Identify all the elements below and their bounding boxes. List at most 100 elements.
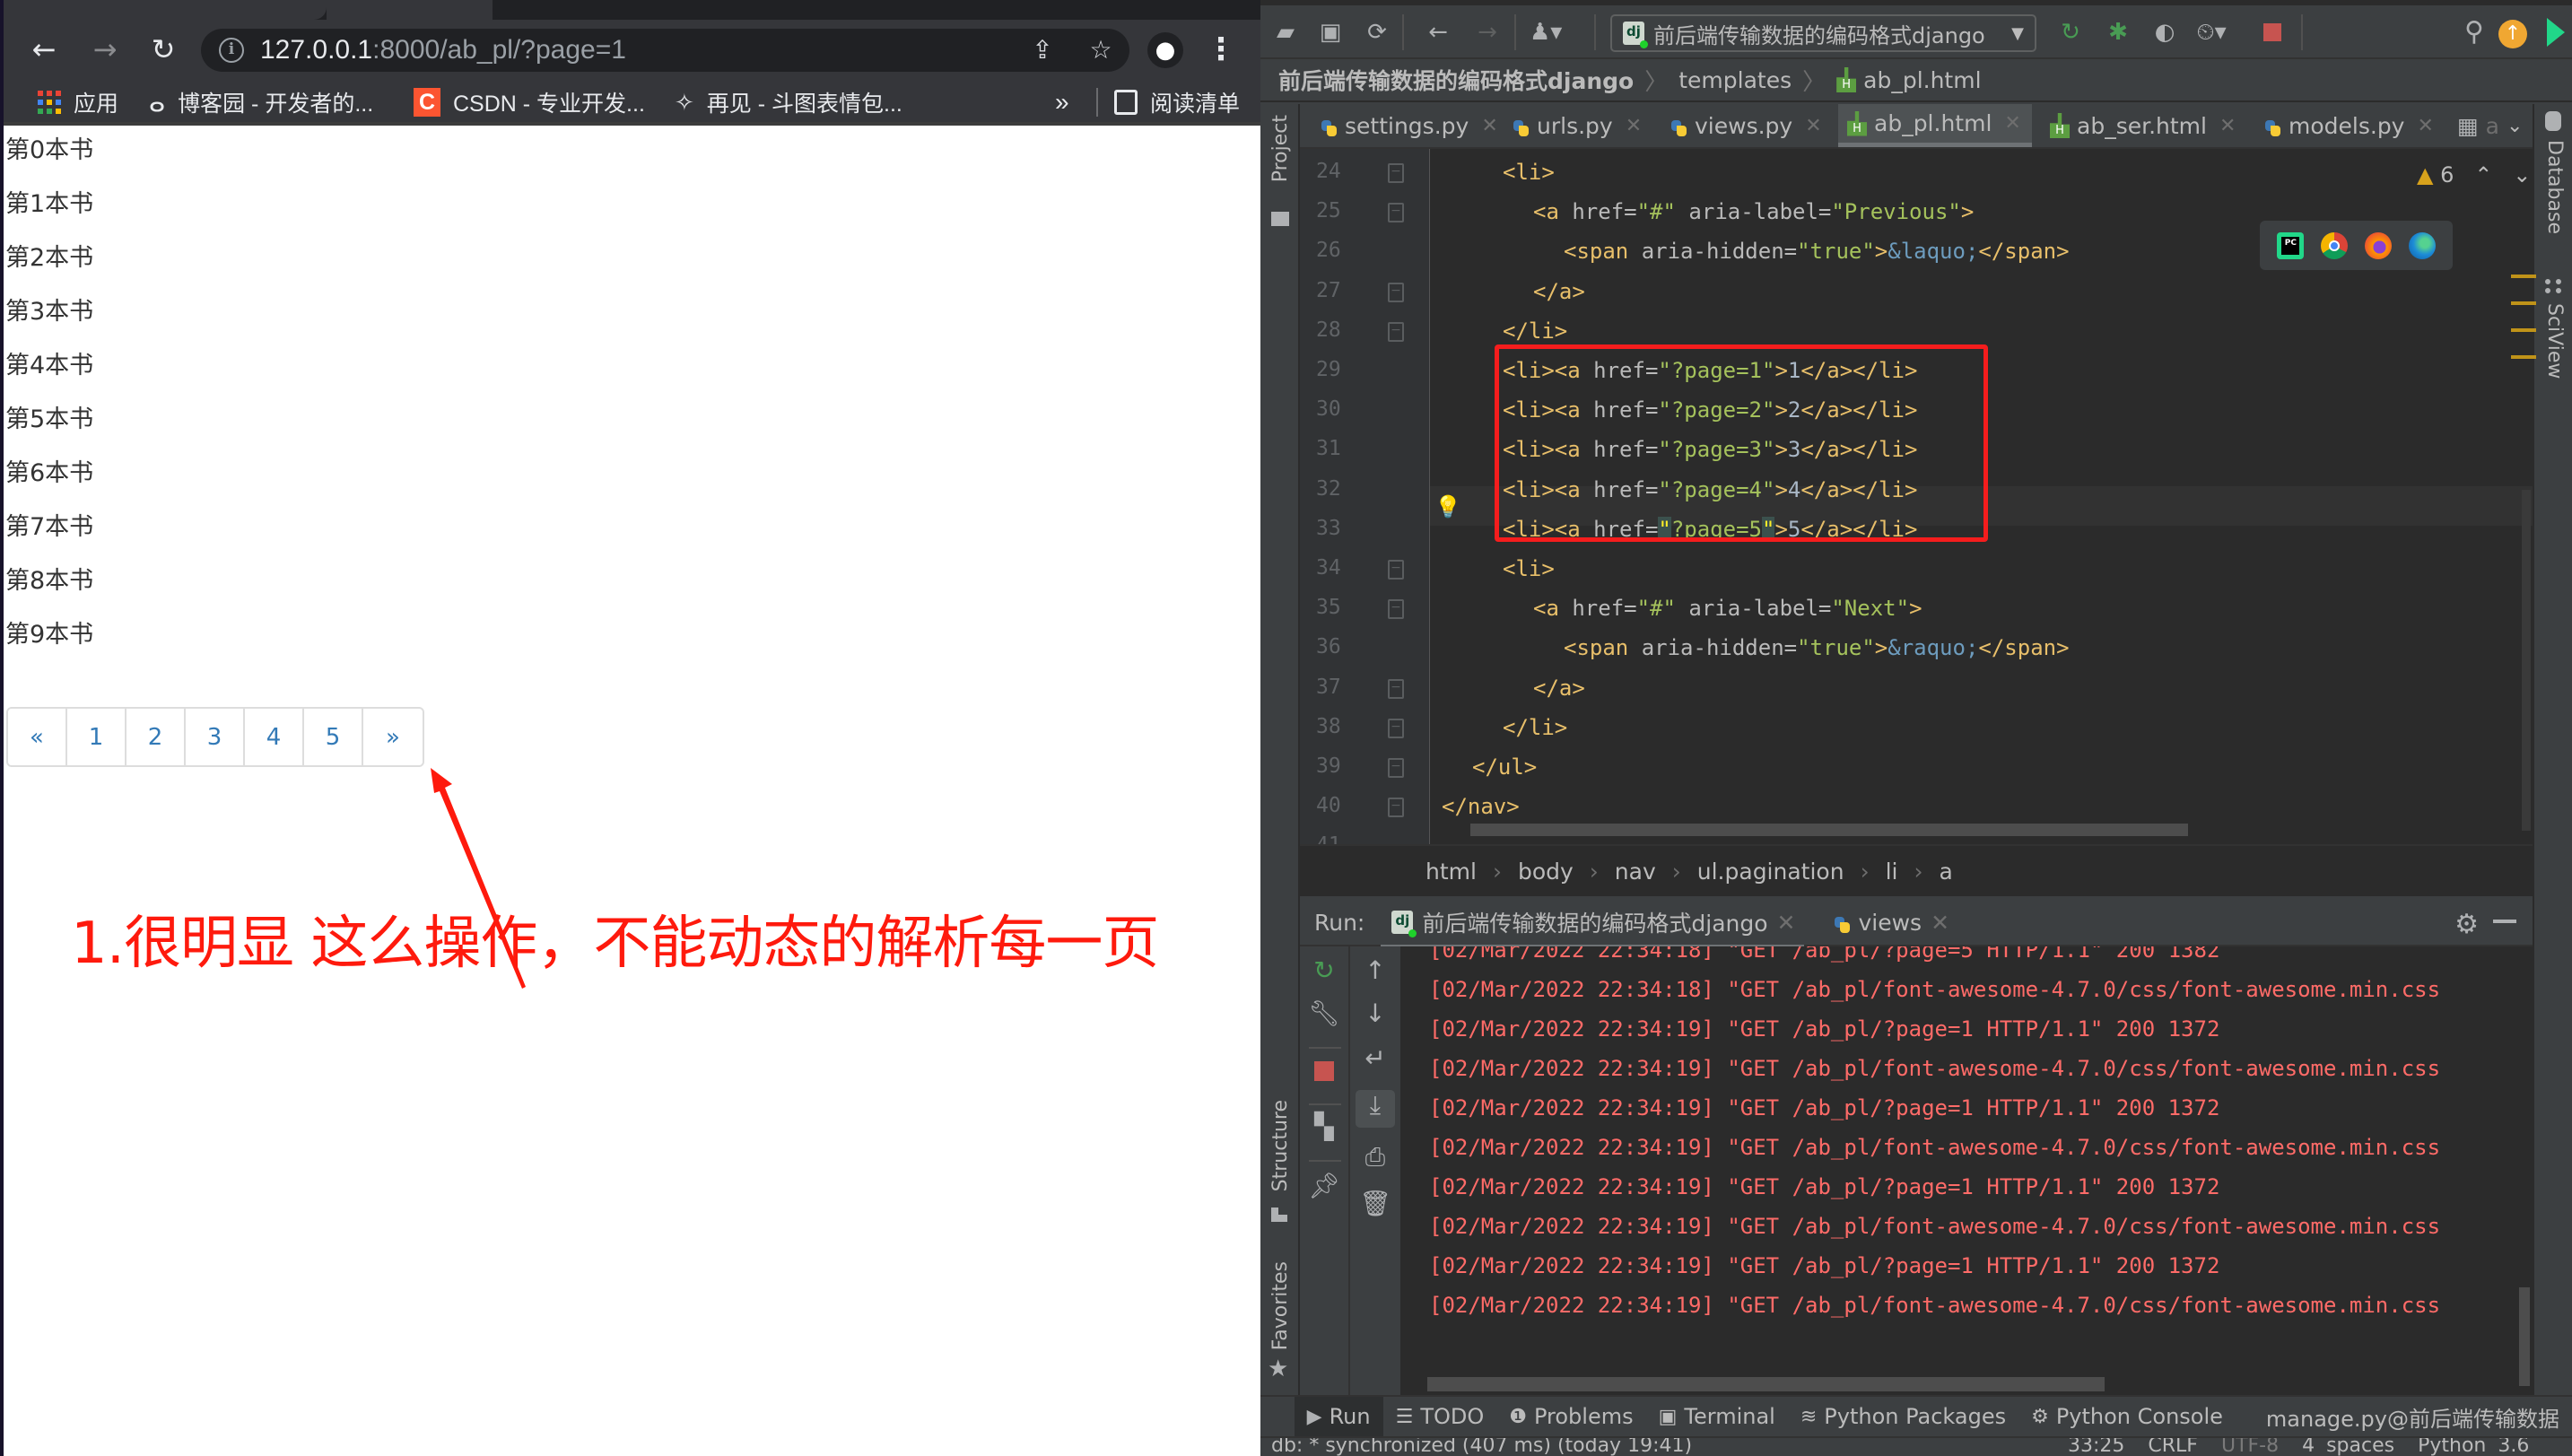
- horizontal-scrollbar[interactable]: [1470, 824, 2188, 836]
- wrench-icon[interactable]: 🔧︎: [1300, 998, 1348, 1028]
- fold-marker-icon[interactable]: −: [1388, 798, 1404, 818]
- arrow-down-icon[interactable]: ↓: [1350, 998, 1400, 1028]
- vertical-scrollbar[interactable]: [2522, 490, 2531, 831]
- database-tool-button[interactable]: Database: [2543, 140, 2566, 234]
- editor-breadcrumb-item[interactable]: a: [1939, 859, 1952, 885]
- edge-icon[interactable]: [2408, 231, 2436, 259]
- tool-tab-python-packages[interactable]: ≋ Python Packages: [1788, 1397, 2018, 1436]
- soft-wrap-icon[interactable]: ↵: [1350, 1043, 1400, 1073]
- line-separator[interactable]: CRLF: [2148, 1438, 2198, 1456]
- lightbulb-icon[interactable]: 💡: [1434, 494, 1461, 519]
- code-with-me-icon[interactable]: [2540, 16, 2572, 48]
- forward-arrow-icon[interactable]: →: [1471, 16, 1504, 48]
- chrome-icon[interactable]: [2321, 231, 2349, 259]
- back-arrow-icon[interactable]: ←: [23, 29, 65, 70]
- layout-icon[interactable]: ▚: [1300, 1112, 1348, 1141]
- search-icon[interactable]: ⚲: [2458, 16, 2490, 48]
- code-line[interactable]: </li>: [1503, 318, 1567, 344]
- code-line[interactable]: <li>: [1503, 556, 1555, 581]
- code-line[interactable]: </li>: [1503, 715, 1567, 740]
- url-text[interactable]: 127.0.0.1:8000/ab_pl/?page=1: [260, 34, 626, 66]
- reload-icon[interactable]: ↻: [143, 29, 184, 70]
- profile-avatar-icon[interactable]: ●: [1147, 32, 1183, 68]
- fold-marker-icon[interactable]: −: [1388, 560, 1404, 580]
- pagination-previous[interactable]: «: [8, 709, 67, 765]
- run-configuration-select[interactable]: dj 前后端传输数据的编码格式django ▼: [1610, 14, 2036, 52]
- python-interpreter[interactable]: Python 3.6: [2418, 1438, 2529, 1456]
- chevron-down-icon[interactable]: ⌄: [2513, 162, 2531, 187]
- tab-settings-py[interactable]: settings.py ✕: [1309, 104, 1507, 147]
- run-console-output[interactable]: [02/Mar/2022 22:34:18] "GET /ab_pl/?page…: [1402, 946, 2533, 1395]
- tabs-overflow-chevron-down-icon[interactable]: ⌄: [2498, 104, 2532, 147]
- code-line[interactable]: <span aria-hidden="true">&laquo;</span>: [1564, 239, 2070, 264]
- pagination-page-1[interactable]: 1: [67, 709, 126, 765]
- vcs-user-icon[interactable]: ♟▾: [1530, 16, 1562, 48]
- save-icon[interactable]: ▣: [1314, 16, 1347, 48]
- fold-marker-icon[interactable]: −: [1388, 163, 1404, 183]
- pin-icon[interactable]: 📌︎: [1300, 1171, 1348, 1200]
- breadcrumb-file[interactable]: ab_pl.html: [1863, 67, 1981, 93]
- close-icon[interactable]: ✕: [2219, 115, 2236, 137]
- code-line[interactable]: </a>: [1533, 279, 1585, 304]
- sync-icon[interactable]: ⟳: [1361, 16, 1393, 48]
- fold-marker-icon[interactable]: −: [1388, 282, 1404, 302]
- tool-tab-run[interactable]: ▶ Run: [1294, 1397, 1383, 1436]
- tab-models-py[interactable]: models.py ✕: [2253, 104, 2443, 147]
- tool-tab-problems[interactable]: ❶ Problems: [1496, 1397, 1645, 1436]
- code-line[interactable]: </ul>: [1472, 754, 1537, 780]
- pagination-next[interactable]: »: [363, 709, 423, 765]
- tab-views-py[interactable]: views.py ✕: [1659, 104, 1831, 147]
- address-bar[interactable]: i 127.0.0.1:8000/ab_pl/?page=1 ⇪ ☆: [201, 29, 1129, 72]
- bookmarks-overflow-button[interactable]: »: [1055, 79, 1069, 126]
- stop-icon[interactable]: [1300, 1058, 1348, 1087]
- file-encoding[interactable]: UTF-8: [2221, 1438, 2279, 1456]
- print-icon[interactable]: ⎙: [1350, 1142, 1400, 1173]
- tool-tab-python-console[interactable]: ⚙ Python Console: [2018, 1397, 2236, 1436]
- close-icon[interactable]: ✕: [1931, 910, 1949, 936]
- firefox-icon[interactable]: [2364, 231, 2392, 259]
- reading-list-button[interactable]: 阅读清单: [1114, 79, 1240, 126]
- update-icon[interactable]: ↑: [2497, 16, 2529, 48]
- editor-breadcrumb-item[interactable]: html: [1425, 859, 1477, 885]
- tool-tab-todo[interactable]: ☰ TODO: [1383, 1397, 1497, 1436]
- editor-breadcrumb-item[interactable]: nav: [1615, 859, 1656, 885]
- breadcrumb-folder[interactable]: templates: [1678, 67, 1792, 93]
- favorites-tool-button[interactable]: Favorites: [1269, 1261, 1292, 1350]
- editor-breadcrumb-item[interactable]: ul.pagination: [1697, 859, 1844, 885]
- close-icon[interactable]: ✕: [2417, 115, 2433, 137]
- close-icon[interactable]: ✕: [1805, 115, 1821, 137]
- coverage-icon[interactable]: ◐: [2149, 16, 2181, 48]
- breadcrumb-project[interactable]: 前后端传输数据的编码格式django: [1278, 64, 1634, 96]
- tab-ab-pl-html[interactable]: Hab_pl.html ✕: [1838, 104, 2032, 147]
- run-tab-views[interactable]: views ✕: [1831, 910, 1949, 936]
- code-line[interactable]: <li>: [1503, 160, 1555, 185]
- tool-tab-manage-py[interactable]: manage.py@前后端传输数据: [2254, 1397, 2572, 1436]
- browser-tab[interactable]: [4, 0, 327, 20]
- pagination-page-2[interactable]: 2: [126, 709, 186, 765]
- back-arrow-icon[interactable]: ←: [1422, 16, 1454, 48]
- fold-marker-icon[interactable]: −: [1388, 718, 1404, 738]
- pagination-page-5[interactable]: 5: [304, 709, 363, 765]
- stop-icon[interactable]: [2256, 16, 2289, 48]
- code-line[interactable]: <a href="#" aria-label="Previous">: [1533, 199, 1974, 224]
- minimize-icon[interactable]: [2493, 920, 2516, 923]
- vertical-dots-menu-icon[interactable]: ⋮: [1206, 31, 1236, 70]
- code-line[interactable]: <a href="#" aria-label="Next">: [1533, 596, 1922, 621]
- debug-bug-icon[interactable]: ✱: [2102, 16, 2134, 48]
- fold-marker-icon[interactable]: −: [1388, 758, 1404, 778]
- forward-arrow-icon[interactable]: →: [84, 29, 126, 70]
- horizontal-scrollbar[interactable]: [1427, 1377, 2105, 1391]
- indent-setting[interactable]: 4 spaces: [2302, 1438, 2394, 1456]
- warning-stripe[interactable]: [2511, 328, 2536, 332]
- pagination-page-3[interactable]: 3: [186, 709, 245, 765]
- rerun-icon[interactable]: ↻: [2054, 16, 2087, 48]
- chevron-up-icon[interactable]: ⌃: [2474, 162, 2492, 187]
- bookmark-doutu[interactable]: ✧ 再见 - 斗图表情包...: [675, 79, 902, 126]
- rerun-icon[interactable]: ↻: [1300, 955, 1348, 985]
- warning-stripe[interactable]: [2511, 355, 2536, 359]
- fold-marker-icon[interactable]: −: [1388, 678, 1404, 699]
- gear-icon[interactable]: ⚙: [2454, 909, 2479, 940]
- fold-marker-icon[interactable]: −: [1388, 599, 1404, 620]
- code-editor[interactable]: 24 − 25 − 26 27 − 28 − 29 30 31 32 33 34 − 35 − 36 37 − 38 − 39…: [1300, 149, 2536, 857]
- tool-tab-terminal[interactable]: ▣ Terminal: [1646, 1397, 1788, 1436]
